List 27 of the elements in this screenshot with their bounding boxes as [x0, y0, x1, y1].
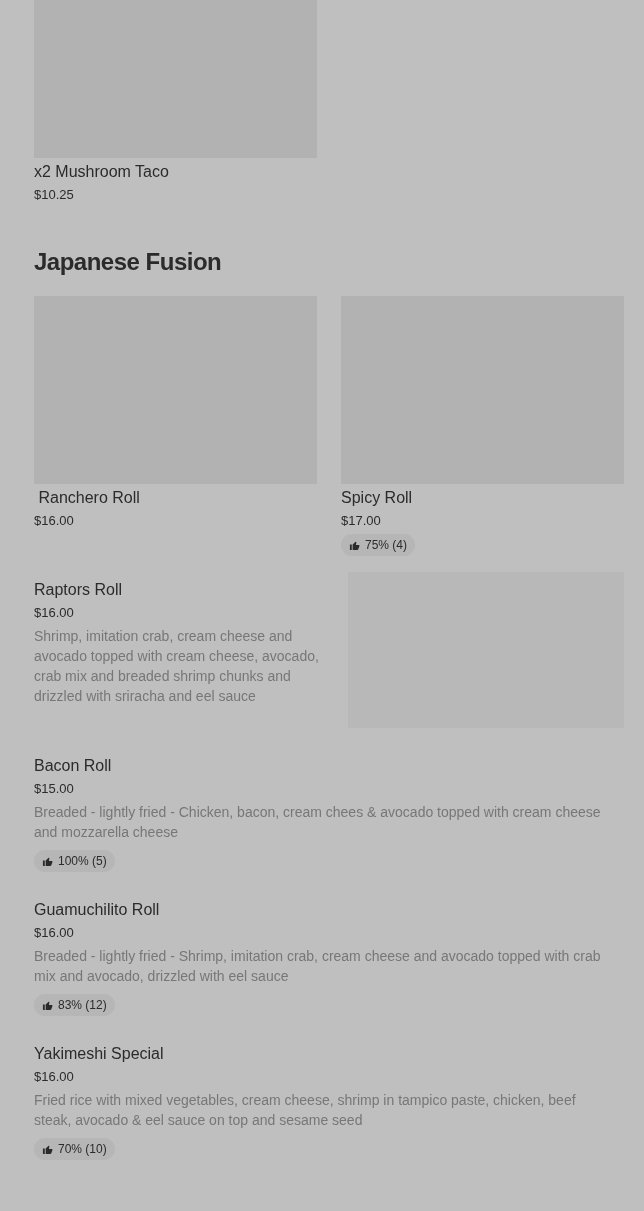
thumbs-up-icon — [349, 539, 360, 551]
item-description: Fried rice with mixed vegetables, cream cheese, shrimp in tampico paste, chicken, beef steak, avocado & eel sauce on top and sesame seed — [34, 1091, 577, 1130]
item-title[interactable]: Spicy Roll — [341, 488, 413, 508]
item-price: $16.00 — [34, 1068, 74, 1086]
section-heading: Japanese Fusion — [34, 247, 222, 277]
thumbs-up-icon — [42, 999, 53, 1011]
item-title[interactable]: Yakimeshi Special — [34, 1044, 164, 1064]
item-price: $17.00 — [341, 512, 381, 530]
rating-text: 83% (12) — [58, 997, 107, 1013]
item-description: Breaded - lightly fried - Chicken, bacon, cream chees & avocado topped with cream cheese and mozzarella cheese — [34, 803, 602, 842]
item-description: Breaded - lightly fried - Shrimp, imitation crab, cream cheese and avocado topped with crab mix and avocado, drizzled with eel sauce — [34, 947, 602, 986]
item-title[interactable]: Ranchero Roll — [34, 488, 140, 508]
thumbs-up-icon — [42, 855, 53, 867]
item-title[interactable]: x2 Mushroom Taco — [34, 162, 169, 182]
item-title[interactable]: Bacon Roll — [34, 756, 112, 776]
item-price: $10.25 — [34, 186, 74, 204]
item-description: Shrimp, imitation crab, cream cheese and avocado topped with cream cheese, avocado, crab mix and breaded shrimp chunks and drizzled with sriracha and eel sauce — [34, 627, 320, 706]
item-title[interactable]: Raptors Roll — [34, 580, 123, 600]
item-price: $16.00 — [34, 604, 74, 622]
rating-text: 70% (10) — [58, 1141, 107, 1157]
thumbs-up-icon — [42, 1143, 53, 1155]
rating-text: 75% (4) — [365, 537, 408, 553]
rating-text: 100% (5) — [58, 853, 107, 869]
item-title[interactable]: Guamuchilito Roll — [34, 900, 160, 920]
item-price: $16.00 — [34, 924, 74, 942]
item-price: $15.00 — [34, 780, 74, 798]
item-price: $16.00 — [34, 512, 74, 530]
